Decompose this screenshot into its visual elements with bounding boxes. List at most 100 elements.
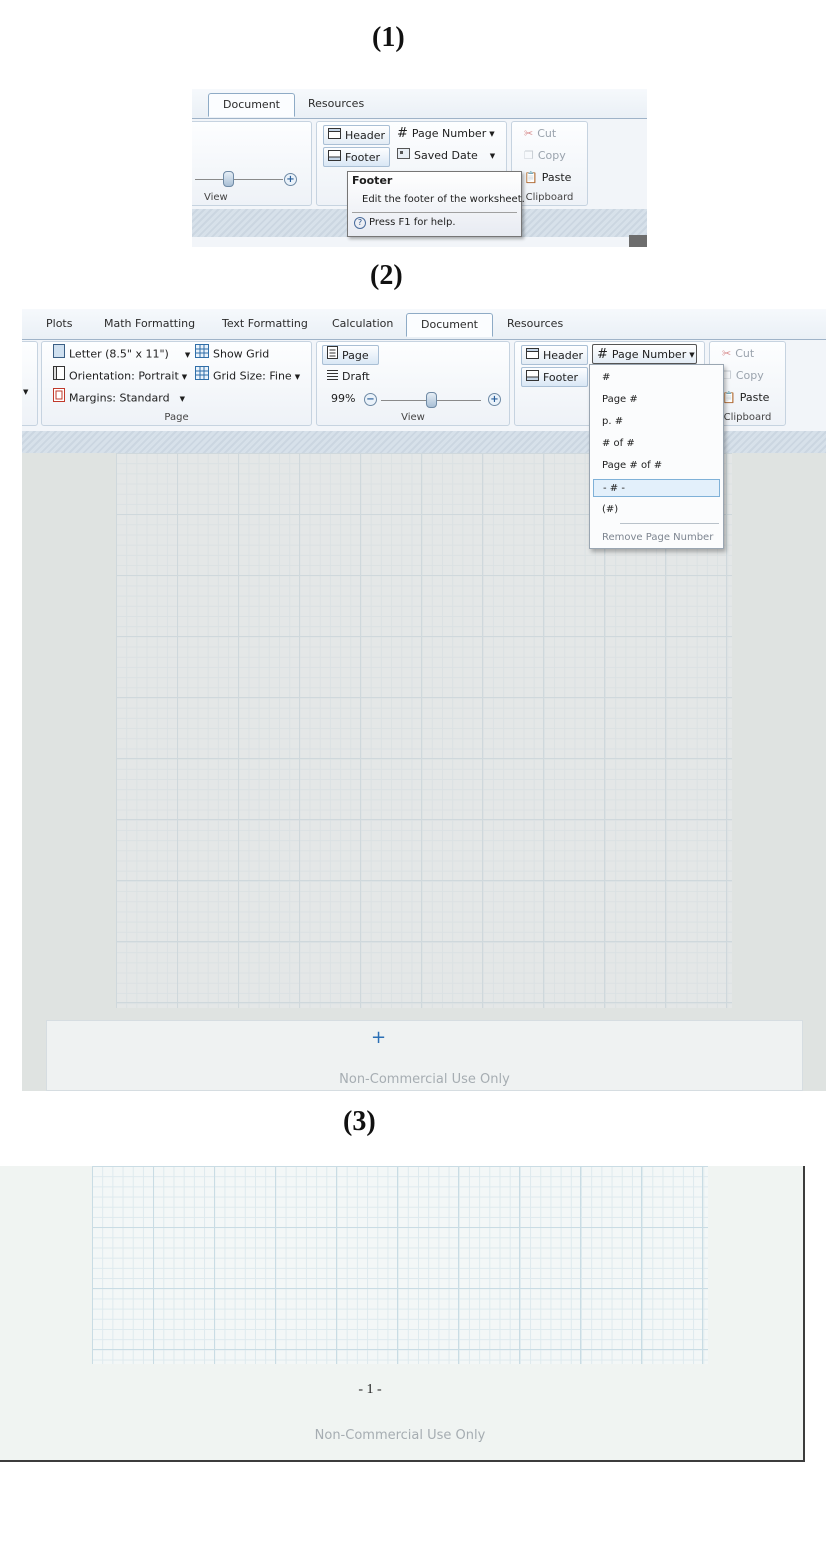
scrollbar-corner	[629, 235, 647, 247]
header-button[interactable]: Header	[521, 345, 588, 365]
draft-icon	[327, 367, 338, 387]
tab-plots[interactable]: Plots	[32, 313, 86, 337]
copy-button[interactable]: ❐ Copy	[524, 146, 566, 166]
orientation-value: Portrait	[138, 369, 179, 383]
page-number-button[interactable]: # Page Number ▼	[592, 344, 697, 364]
hash-icon: #	[397, 126, 408, 141]
panel-2: Plots Math Formatting Text Formatting Ca…	[22, 309, 826, 1091]
view-group: Page Draft 99% − + View	[316, 341, 510, 426]
partial-group: ▼	[22, 341, 38, 426]
menu-item-hash-of-hash[interactable]: # of #	[593, 435, 720, 453]
tab-math-formatting[interactable]: Math Formatting	[90, 313, 209, 337]
menu-item-p-hash[interactable]: p. #	[593, 413, 720, 431]
chevron-down-icon: ▼	[294, 372, 301, 381]
menu-item-page-hash[interactable]: Page #	[593, 391, 720, 409]
clipboard-icon: 📋	[524, 171, 538, 184]
page-icon	[327, 346, 338, 366]
zoom-slider-thumb[interactable]	[425, 392, 437, 408]
margins-icon	[53, 388, 65, 409]
clipboard-icon: 📋	[722, 391, 736, 404]
margins-dropdown[interactable]: Margins: Standard ▼	[53, 388, 185, 408]
header-icon	[328, 126, 341, 146]
tab-document[interactable]: Document	[208, 93, 295, 117]
footer-area[interactable]: + Non-Commercial Use Only	[46, 1020, 803, 1091]
page-view-label: Page	[342, 349, 369, 362]
paste-button[interactable]: 📋 Paste	[722, 388, 769, 408]
zoom-slider-thumb[interactable]	[223, 171, 234, 187]
header-icon	[526, 346, 539, 366]
view-group: + View	[192, 121, 312, 206]
tab-text-formatting[interactable]: Text Formatting	[208, 313, 322, 337]
footer-button[interactable]: Footer	[323, 147, 390, 167]
copy-button[interactable]: ❐ Copy	[722, 366, 764, 386]
cut-label: Cut	[537, 127, 557, 140]
footer-page-number: - 1 -	[358, 1382, 382, 1397]
page-group-label: Page	[164, 412, 189, 423]
paper-size-value: Letter (8.5" x 11")	[69, 347, 169, 361]
menu-separator	[620, 523, 719, 524]
orientation-label: Orientation:	[69, 369, 135, 383]
saved-date-button[interactable]: Saved Date ▼	[397, 146, 495, 166]
tab-document[interactable]: Document	[406, 313, 493, 337]
paste-button[interactable]: 📋 Paste	[524, 168, 571, 188]
chevron-down-icon: ▼	[179, 394, 185, 403]
scissors-icon: ✂	[524, 127, 534, 140]
zoom-in-button[interactable]: +	[284, 173, 297, 186]
page-number-button[interactable]: # Page Number ▼	[397, 124, 495, 144]
watermark-text: Non-Commercial Use Only	[339, 1072, 510, 1087]
grid-size-dropdown[interactable]: Grid Size: Fine ▼	[195, 366, 300, 386]
header-label: Header	[345, 129, 386, 142]
chevron-down-icon: ▼	[181, 372, 188, 381]
copy-label: Copy	[537, 149, 566, 162]
grid-icon	[195, 344, 209, 365]
tab-calculation[interactable]: Calculation	[318, 313, 407, 337]
orientation-icon	[53, 366, 65, 387]
orientation-dropdown[interactable]: Orientation: Portrait ▼	[53, 366, 187, 386]
step-label-2: (2)	[370, 260, 403, 291]
step-label-1: (1)	[372, 22, 405, 53]
footer-button[interactable]: Footer	[521, 367, 588, 387]
menu-item-page-hash-of-hash[interactable]: Page # of #	[593, 457, 720, 475]
tooltip-help: ? Press F1 for help.	[354, 217, 456, 229]
zoom-slider-track[interactable]	[195, 179, 283, 180]
copy-icon: ❐	[524, 149, 534, 162]
tab-resources[interactable]: Resources	[294, 93, 378, 117]
show-grid-label: Show Grid	[213, 347, 270, 361]
step-label-3: (3)	[343, 1106, 376, 1137]
header-button[interactable]: Header	[323, 125, 390, 145]
paper-size-dropdown[interactable]: Letter (8.5" x 11") ▼	[53, 344, 190, 364]
chevron-down-icon: ▼	[489, 152, 496, 160]
footer-icon	[526, 368, 539, 388]
tooltip-description: Edit the footer of the worksheet.	[362, 194, 525, 205]
remove-page-number-item[interactable]: Remove Page Number	[593, 529, 720, 547]
chevron-down-icon: ▼	[489, 130, 495, 138]
worksheet-grid[interactable]	[92, 1166, 708, 1364]
tooltip-help-text: Press F1 for help.	[369, 217, 456, 228]
menu-item-paren-hash[interactable]: (#)	[593, 501, 720, 519]
add-footer-plus-icon[interactable]: +	[371, 1027, 386, 1048]
help-icon: ?	[354, 217, 366, 229]
footer-tooltip: Footer Edit the footer of the worksheet.…	[347, 171, 525, 237]
page-view-button[interactable]: Page	[322, 345, 379, 365]
page-number-menu: # Page # p. # # of # Page # of # - # - (…	[589, 364, 724, 549]
cut-button[interactable]: ✂ Cut	[524, 124, 556, 144]
page-number-label: Page Number	[611, 348, 687, 361]
draft-view-button[interactable]: Draft	[327, 367, 370, 387]
show-grid-toggle[interactable]: Show Grid	[195, 344, 269, 364]
grid-size-value: Fine	[269, 369, 292, 383]
zoom-level-value: 99%	[331, 392, 356, 405]
menu-item-dash-hash-dash[interactable]: - # -	[593, 479, 720, 497]
saved-date-label: Saved Date	[414, 149, 478, 162]
zoom-in-button[interactable]: +	[488, 393, 501, 406]
page-number-label: Page Number	[411, 127, 487, 140]
grid-size-label: Grid Size:	[213, 369, 266, 383]
tab-bar: Document Resources	[192, 89, 647, 119]
tooltip-title: Footer	[352, 174, 393, 187]
cut-button[interactable]: ✂ Cut	[722, 344, 754, 364]
view-group-label: View	[204, 192, 228, 203]
chevron-down-icon: ▼	[689, 351, 695, 359]
tab-bar: Plots Math Formatting Text Formatting Ca…	[22, 309, 826, 340]
tab-resources[interactable]: Resources	[493, 313, 577, 337]
zoom-out-button[interactable]: −	[364, 393, 377, 406]
menu-item-hash[interactable]: #	[593, 369, 720, 387]
